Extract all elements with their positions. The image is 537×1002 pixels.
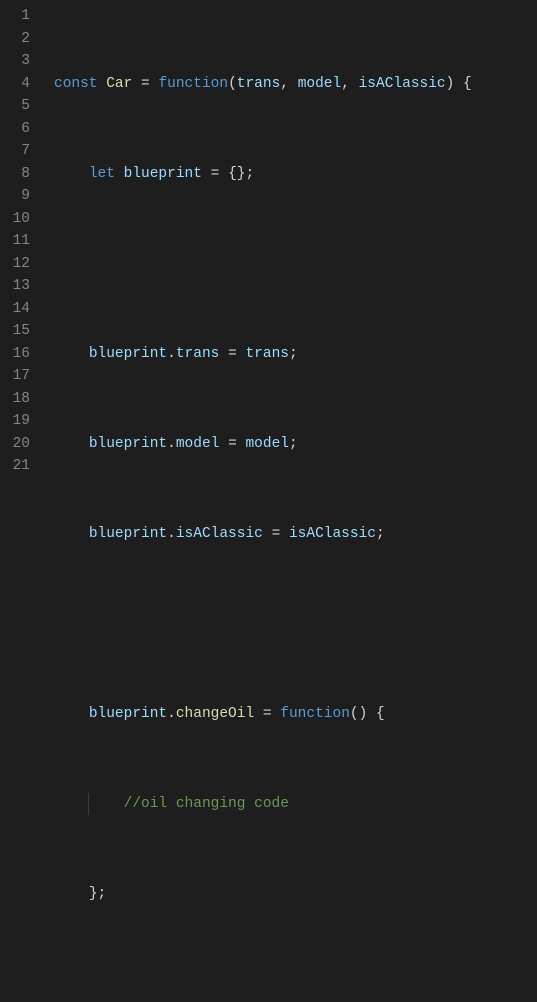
prop-trans: trans: [176, 346, 220, 362]
close-brace: }: [89, 886, 98, 902]
identifier-blueprint: blueprint: [89, 706, 167, 722]
line-number: 12: [0, 253, 30, 276]
line-number: 21: [0, 455, 30, 478]
line-number: 16: [0, 343, 30, 366]
line-number: 8: [0, 163, 30, 186]
semi: ;: [289, 436, 298, 452]
line-number: 6: [0, 118, 30, 141]
line-number: 19: [0, 410, 30, 433]
keyword-let: let: [89, 166, 115, 182]
operator-eq: =: [211, 166, 220, 182]
operator-eq: =: [272, 526, 281, 542]
code-line: [54, 253, 480, 276]
line-number: 3: [0, 50, 30, 73]
code-area: const Car = function(trans, model, isACl…: [40, 0, 480, 501]
open-paren: (: [228, 76, 237, 92]
identifier-model: model: [245, 436, 289, 452]
line-number: 9: [0, 185, 30, 208]
line-number: 17: [0, 365, 30, 388]
line-number: 2: [0, 28, 30, 51]
dot: .: [167, 706, 176, 722]
code-line: };: [54, 883, 480, 906]
method-changeoil: changeOil: [176, 706, 254, 722]
code-line: const Car = function(trans, model, isACl…: [54, 73, 480, 96]
code-editor: 123456789101112131415161718192021 const …: [0, 0, 537, 501]
line-number: 15: [0, 320, 30, 343]
code-line: blueprint.model = model;: [54, 433, 480, 456]
operator-eq: =: [263, 706, 272, 722]
comma: ,: [280, 76, 289, 92]
prop-isaclassic: isAClassic: [176, 526, 263, 542]
operator-eq: =: [141, 76, 150, 92]
identifier-blueprint: blueprint: [89, 436, 167, 452]
empty-object: {}: [228, 166, 245, 182]
close-paren: ): [359, 706, 368, 722]
semi: ;: [98, 886, 107, 902]
open-paren: (: [350, 706, 359, 722]
line-number: 18: [0, 388, 30, 411]
code-line: blueprint.changeOil = function() {: [54, 703, 480, 726]
close-paren: ): [446, 76, 455, 92]
prop-model: model: [176, 436, 220, 452]
line-number: 1: [0, 5, 30, 28]
keyword-function: function: [280, 706, 350, 722]
comment-oil: //oil changing code: [124, 796, 289, 812]
dot: .: [167, 346, 176, 362]
keyword-function: function: [158, 76, 228, 92]
operator-eq: =: [228, 346, 237, 362]
line-number: 4: [0, 73, 30, 96]
line-number: 7: [0, 140, 30, 163]
dot: .: [167, 436, 176, 452]
line-number: 13: [0, 275, 30, 298]
identifier-car: Car: [106, 76, 132, 92]
param-isaclassic: isAClassic: [359, 76, 446, 92]
indent-guide: [88, 793, 89, 816]
code-line: blueprint.isAClassic = isAClassic;: [54, 523, 480, 546]
identifier-blueprint: blueprint: [124, 166, 202, 182]
param-model: model: [298, 76, 342, 92]
code-line: [54, 973, 480, 996]
line-number: 5: [0, 95, 30, 118]
semi: ;: [289, 346, 298, 362]
line-number-gutter: 123456789101112131415161718192021: [0, 0, 40, 501]
identifier-blueprint: blueprint: [89, 346, 167, 362]
code-line: [54, 613, 480, 636]
line-number: 14: [0, 298, 30, 321]
line-number: 20: [0, 433, 30, 456]
code-line: //oil changing code: [54, 793, 480, 816]
param-trans: trans: [237, 76, 281, 92]
open-brace: {: [376, 706, 385, 722]
identifier-trans: trans: [245, 346, 289, 362]
dot: .: [167, 526, 176, 542]
line-number: 10: [0, 208, 30, 231]
semi: ;: [376, 526, 385, 542]
identifier-isaclassic: isAClassic: [289, 526, 376, 542]
code-line: let blueprint = {};: [54, 163, 480, 186]
code-line: blueprint.trans = trans;: [54, 343, 480, 366]
line-number: 11: [0, 230, 30, 253]
identifier-blueprint: blueprint: [89, 526, 167, 542]
comma: ,: [341, 76, 350, 92]
operator-eq: =: [228, 436, 237, 452]
semi: ;: [245, 166, 254, 182]
open-brace: {: [463, 76, 472, 92]
keyword-const: const: [54, 76, 98, 92]
